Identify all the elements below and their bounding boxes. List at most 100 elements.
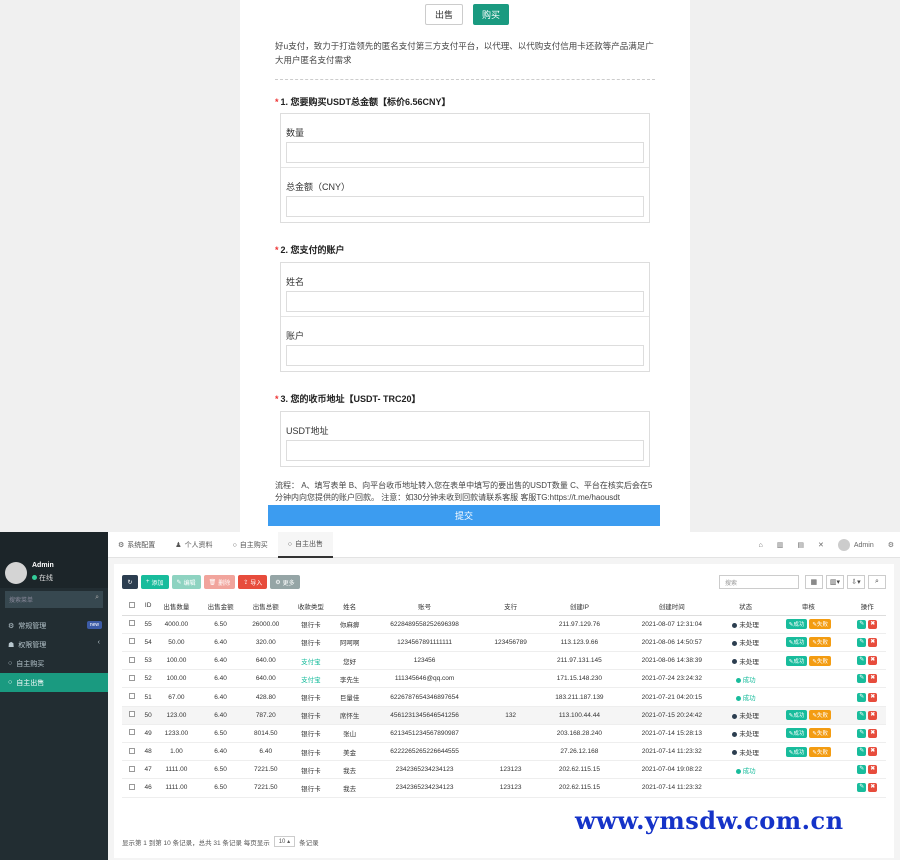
delete-row-icon[interactable]: ✖ <box>868 674 878 684</box>
delete-row-icon[interactable]: ✖ <box>868 656 878 666</box>
row-checkbox[interactable] <box>129 783 135 790</box>
edit-button[interactable]: ✎ 编辑 <box>171 575 201 589</box>
table-row[interactable]: 48 1.00 6.40 6.40 银行卡 美金 6222265265226644555 27… <box>122 742 886 762</box>
row-checkbox[interactable] <box>129 620 135 627</box>
edit-row-icon[interactable]: ✎ <box>857 728 867 738</box>
col-id[interactable]: ID <box>142 597 155 616</box>
row-checkbox[interactable] <box>129 747 135 754</box>
row-checkbox[interactable] <box>129 674 135 681</box>
submit-button[interactable]: 提交 <box>268 505 660 526</box>
col-total[interactable]: 出售总额 <box>242 597 289 616</box>
usdt-address-input[interactable] <box>286 440 644 461</box>
trash-icon[interactable]: ▥ <box>777 541 784 549</box>
reject-button[interactable]: ✎失败 <box>809 637 831 648</box>
table-row[interactable]: 51 67.00 6.40 428.80 银行卡 巨量佳 62267876543468976… <box>122 687 886 707</box>
edit-row-icon[interactable]: ✎ <box>857 637 867 647</box>
col-status[interactable]: 状态 <box>723 597 769 616</box>
quantity-input[interactable] <box>286 142 644 163</box>
delete-row-icon[interactable]: ✖ <box>868 765 878 775</box>
edit-row-icon[interactable]: ✎ <box>857 765 867 775</box>
table-row[interactable]: 52 100.00 6.40 640.00 支付宝 李先生 111345646@qq.com… <box>122 669 886 689</box>
row-checkbox[interactable] <box>129 711 135 718</box>
columns-icon[interactable]: ▥▾ <box>825 575 844 589</box>
edit-row-icon[interactable]: ✎ <box>857 692 867 702</box>
edit-row-icon[interactable]: ✎ <box>857 619 867 629</box>
select-all-checkbox[interactable] <box>129 601 135 608</box>
row-checkbox[interactable] <box>129 656 135 663</box>
delete-row-icon[interactable]: ✖ <box>868 637 878 647</box>
tab-system-config[interactable]: ⚙ 系统配置 <box>108 532 165 558</box>
col-branch[interactable]: 支行 <box>482 597 539 616</box>
col-price[interactable]: 出售金额 <box>198 597 243 616</box>
row-checkbox[interactable] <box>129 765 135 772</box>
delete-row-icon[interactable]: ✖ <box>868 728 878 738</box>
more-button[interactable]: ⚙ 更多 <box>270 575 300 589</box>
sell-button[interactable]: 出售 <box>425 4 463 25</box>
approve-button[interactable]: ✎成功 <box>785 728 808 739</box>
approve-button[interactable]: ✎成功 <box>785 619 808 630</box>
reject-button[interactable]: ✎失败 <box>809 710 831 721</box>
row-checkbox[interactable] <box>129 693 135 700</box>
reject-button[interactable]: ✎失败 <box>809 655 831 666</box>
total-amount-input[interactable] <box>286 196 644 217</box>
col-qty[interactable]: 出售数量 <box>154 597 199 616</box>
col-ops[interactable]: 操作 <box>848 597 886 616</box>
approve-button[interactable]: ✎成功 <box>785 710 808 721</box>
table-row[interactable]: 50 123.00 6.40 787.20 银行卡 席怀生 4561231345646541… <box>122 706 886 725</box>
home-icon[interactable]: ⌂ <box>759 542 763 549</box>
col-time[interactable]: 创建时间 <box>620 597 724 616</box>
user-menu[interactable]: Admin <box>837 539 874 551</box>
approve-button[interactable]: ✎成功 <box>785 637 808 648</box>
col-type[interactable]: 收款类型 <box>288 597 334 616</box>
delete-button[interactable]: 🗑 删除 <box>203 575 236 589</box>
row-checkbox[interactable] <box>129 638 135 645</box>
edit-row-icon[interactable]: ✎ <box>857 783 867 793</box>
buy-button[interactable]: 购买 <box>473 4 509 25</box>
row-checkbox[interactable] <box>129 729 135 736</box>
name-input[interactable] <box>286 291 644 312</box>
settings-icon[interactable]: ⚙ <box>888 541 894 549</box>
page-size-select[interactable]: 10 ▴ <box>273 836 296 847</box>
fullscreen-icon[interactable]: ✕ <box>818 541 824 549</box>
col-account[interactable]: 账号 <box>366 597 483 616</box>
delete-row-icon[interactable]: ✖ <box>868 747 878 757</box>
table-row[interactable]: 47 1111.00 6.50 7221.50 银行卡 我去 234236523423412… <box>122 760 886 780</box>
delete-row-icon[interactable]: ✖ <box>868 619 878 629</box>
table-row[interactable]: 53 100.00 6.40 640.00 支付宝 您好 123456 211.97.131.… <box>122 651 886 671</box>
delete-row-icon[interactable]: ✖ <box>868 710 878 720</box>
table-row[interactable]: 55 4000.00 6.50 26000.00 银行卡 你麻痹 6228489558252… <box>122 615 886 634</box>
col-name[interactable]: 姓名 <box>333 597 367 616</box>
account-input[interactable] <box>286 345 644 366</box>
edit-row-icon[interactable]: ✎ <box>857 674 867 684</box>
approve-button[interactable]: ✎成功 <box>785 655 808 666</box>
table-row[interactable]: 46 1111.00 6.50 7221.50 银行卡 我去 234236523423412… <box>122 778 886 798</box>
search-icon[interactable]: ⌕ <box>868 575 886 589</box>
card-view-icon[interactable]: ▦ <box>804 575 823 589</box>
approve-button[interactable]: ✎成功 <box>785 746 808 757</box>
edit-row-icon[interactable]: ✎ <box>857 656 867 666</box>
edit-row-icon[interactable]: ✎ <box>857 710 867 720</box>
table-row[interactable]: 54 50.00 6.40 320.00 银行卡 阿呵啊 1234567891111111 1… <box>122 633 886 653</box>
reject-button[interactable]: ✎失败 <box>809 728 831 739</box>
tab-self-buy[interactable]: ○ 自主购买 <box>223 532 278 558</box>
menu-search-input[interactable]: 搜索菜单 ⌕ <box>5 591 103 608</box>
tab-self-sell[interactable]: ○ 自主出售 <box>277 532 334 558</box>
sidebar-item-general[interactable]: ⚙ 常规管理 new <box>0 616 108 635</box>
reject-button[interactable]: ✎失败 <box>809 746 831 757</box>
col-ip[interactable]: 创建IP <box>538 597 621 616</box>
delete-row-icon[interactable]: ✖ <box>868 783 878 793</box>
sidebar-item-permissions[interactable]: ☗ 权限管理 ‹ <box>0 635 108 654</box>
table-search-input[interactable]: 搜索 <box>719 575 799 589</box>
col-audit[interactable]: 审核 <box>768 597 849 616</box>
export-icon[interactable]: ⇩▾ <box>847 575 865 589</box>
sidebar-item-buy[interactable]: ○ 自主购买 <box>0 654 108 673</box>
refresh-button[interactable]: ↻ <box>122 575 138 589</box>
table-row[interactable]: 49 1233.00 6.50 8014.50 银行卡 张山 621345123456789… <box>122 724 886 744</box>
reject-button[interactable]: ✎失败 <box>809 619 831 630</box>
sidebar-item-sell[interactable]: ○ 自主出售 <box>0 673 108 692</box>
language-icon[interactable]: ▤ <box>797 541 804 549</box>
delete-row-icon[interactable]: ✖ <box>868 692 878 702</box>
edit-row-icon[interactable]: ✎ <box>857 747 867 757</box>
import-button[interactable]: ⇪ 导入 <box>238 575 268 589</box>
add-button[interactable]: + 添加 <box>141 575 169 589</box>
